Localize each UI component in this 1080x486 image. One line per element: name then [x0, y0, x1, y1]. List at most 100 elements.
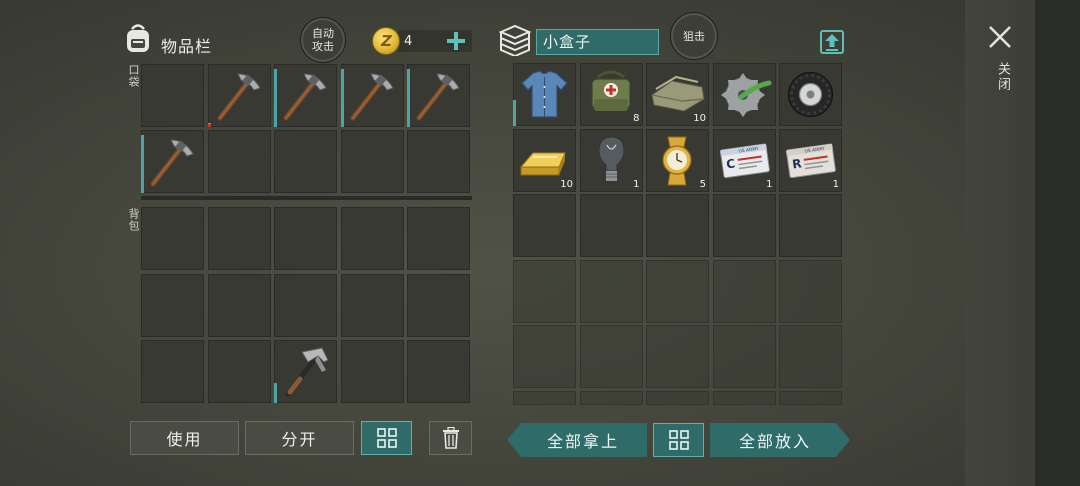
- auto-attack-label: 自动 攻击: [312, 27, 334, 53]
- durability-bar: [274, 69, 277, 127]
- empty-slot[interactable]: [207, 273, 271, 337]
- empty-slot[interactable]: [407, 130, 470, 193]
- slot-gold-watch[interactable]: 5: [646, 128, 709, 192]
- slot-tire[interactable]: [779, 63, 842, 126]
- slot-pickaxe[interactable]: [340, 64, 404, 127]
- use-button-label: 使用: [166, 430, 203, 449]
- slot-saw-blade[interactable]: [712, 63, 776, 126]
- empty-slot[interactable]: [340, 207, 404, 270]
- close-icon: [989, 26, 1011, 48]
- durability-bar: [340, 69, 344, 127]
- slot-pickaxe[interactable]: [141, 130, 204, 193]
- empty-slot[interactable]: [207, 130, 271, 193]
- empty-slot[interactable]: [274, 207, 337, 270]
- item-quantity: 10: [560, 178, 573, 190]
- slot-light-bulb[interactable]: 1: [579, 128, 643, 192]
- empty-slot[interactable]: [579, 259, 643, 323]
- empty-slot[interactable]: [340, 273, 404, 337]
- backpack-icon: [123, 22, 153, 54]
- durability-bar: [407, 69, 410, 127]
- empty-slot[interactable]: [141, 64, 204, 127]
- empty-slot[interactable]: [513, 390, 576, 405]
- empty-slot[interactable]: [712, 325, 776, 388]
- empty-slot[interactable]: [579, 325, 643, 388]
- empty-slot[interactable]: [407, 273, 470, 337]
- empty-slot[interactable]: [141, 207, 204, 270]
- empty-slot[interactable]: [141, 273, 204, 337]
- trash-button[interactable]: [429, 421, 472, 455]
- durability-bar: [274, 383, 277, 403]
- upload-button[interactable]: [818, 28, 846, 56]
- pocket-label: 口袋: [127, 64, 140, 88]
- item-quantity: 1: [832, 178, 839, 190]
- item-quantity: 5: [699, 178, 706, 190]
- screen-edge: [1035, 0, 1080, 486]
- item-quantity: 1: [633, 178, 640, 190]
- grid-sort-icon: [376, 428, 397, 448]
- empty-slot[interactable]: [712, 194, 776, 257]
- empty-slot[interactable]: [141, 340, 204, 403]
- empty-slot[interactable]: [513, 325, 576, 388]
- inventory-title: 物品栏: [161, 37, 213, 56]
- slot-medkit-bag[interactable]: 8: [579, 63, 643, 126]
- empty-slot[interactable]: [646, 194, 709, 257]
- empty-slot[interactable]: [513, 194, 576, 257]
- item-quantity: 8: [633, 113, 640, 124]
- durability-bar: [141, 135, 144, 193]
- empty-slot[interactable]: [646, 390, 709, 405]
- empty-slot[interactable]: [712, 259, 776, 323]
- sort-container-button[interactable]: [653, 423, 704, 457]
- empty-slot[interactable]: [407, 207, 470, 270]
- slot-pickaxe[interactable]: [407, 64, 470, 127]
- backpack-label: 背包: [127, 208, 140, 232]
- card-letter: R: [791, 156, 802, 171]
- slot-id-card-r[interactable]: US ARMY R 1: [779, 128, 842, 192]
- empty-slot[interactable]: [274, 130, 337, 193]
- snipe-button[interactable]: 狙击: [670, 12, 718, 60]
- close-label: 关闭: [995, 62, 1010, 92]
- sort-inventory-button[interactable]: [361, 421, 412, 455]
- empty-slot[interactable]: [646, 325, 709, 388]
- empty-slot[interactable]: [646, 259, 709, 323]
- empty-slot[interactable]: [274, 273, 337, 337]
- take-all-button[interactable]: 全部拿上: [507, 423, 647, 457]
- empty-slot[interactable]: [779, 390, 842, 405]
- empty-slot[interactable]: [779, 194, 842, 257]
- box-stack-icon: [497, 24, 533, 58]
- empty-slot[interactable]: [513, 259, 576, 323]
- close-button[interactable]: 关闭: [985, 22, 1015, 102]
- slot-gold-bar[interactable]: 10: [513, 128, 576, 192]
- use-button[interactable]: 使用: [130, 421, 239, 455]
- coin-icon: Z: [372, 27, 400, 55]
- empty-slot[interactable]: [340, 130, 404, 193]
- empty-slot[interactable]: [579, 390, 643, 405]
- plus-icon: [447, 32, 465, 50]
- empty-slot[interactable]: [779, 325, 842, 388]
- grid-sort-icon: [668, 430, 689, 450]
- put-all-label: 全部放入: [738, 432, 811, 451]
- empty-slot[interactable]: [407, 340, 470, 403]
- item-quantity: 10: [693, 113, 706, 124]
- slot-hammer[interactable]: [274, 340, 337, 403]
- slot-pickaxe[interactable]: [207, 64, 271, 127]
- put-all-button[interactable]: 全部放入: [710, 423, 850, 457]
- add-coins-button[interactable]: [444, 29, 468, 53]
- slot-cloth[interactable]: 10: [646, 63, 709, 126]
- split-button-label: 分开: [281, 430, 318, 449]
- durability-bar: [513, 100, 516, 126]
- grid-divider: [141, 196, 472, 200]
- empty-slot[interactable]: [579, 194, 643, 257]
- coin-count: 4: [404, 34, 413, 49]
- empty-slot[interactable]: [207, 340, 271, 403]
- split-button[interactable]: 分开: [245, 421, 354, 455]
- empty-slot[interactable]: [712, 390, 776, 405]
- slot-shirt[interactable]: [513, 63, 576, 126]
- container-name: 小盒子: [536, 29, 659, 55]
- empty-slot[interactable]: [779, 259, 842, 323]
- empty-slot[interactable]: [207, 207, 271, 270]
- empty-slot[interactable]: [340, 340, 404, 403]
- snipe-label: 狙击: [683, 29, 705, 43]
- slot-pickaxe[interactable]: [274, 64, 337, 127]
- slot-id-card-c[interactable]: US ARMY C 1: [712, 128, 776, 192]
- auto-attack-button[interactable]: 自动 攻击: [300, 17, 346, 63]
